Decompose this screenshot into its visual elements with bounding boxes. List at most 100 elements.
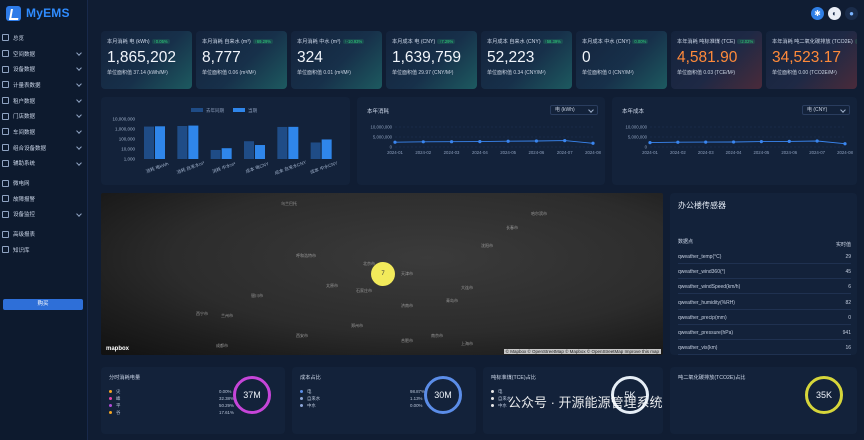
bar-category-label: 消耗 自来水m³	[176, 159, 206, 176]
sidebar-item[interactable]: 故障报警	[0, 191, 87, 207]
sensor-row[interactable]: qweather_humidity(%RH) 82	[678, 296, 851, 310]
sensor-point-name: qweather_temp(°C)	[678, 254, 722, 260]
sidebar-item-label: 知识库	[13, 247, 30, 254]
sensor-row[interactable]: qweather_wind360(°) 45	[678, 265, 851, 280]
line-point	[704, 140, 708, 144]
map-city-label: 兰州市	[221, 313, 233, 318]
map-city-label: 济南市	[401, 303, 413, 308]
bar-last-year	[310, 142, 321, 159]
legend-value: 17.61%	[219, 410, 234, 415]
line-point	[759, 140, 764, 144]
kpi-title: 本月成本 中水 (CNY) 0.00%	[582, 38, 661, 45]
line-point	[421, 140, 425, 144]
line-point	[478, 140, 482, 144]
kpi-change-badge: 0.00%	[632, 39, 649, 44]
kpi-title: 本月消耗 电 (kWh) ↑0.05%	[107, 38, 186, 45]
brand-title: MyEMS	[26, 6, 70, 20]
sidebar-item[interactable]: 设备监控	[0, 207, 87, 223]
legend-name: 中水	[498, 403, 507, 408]
sidebar-item[interactable]: 车间数据	[0, 124, 87, 140]
map-city-label: 哈尔滨市	[531, 211, 547, 216]
map-city-label: 乌兰巴托	[281, 201, 297, 206]
sidebar-item[interactable]: 设备数据	[0, 61, 87, 77]
legend-value: 50.29%	[219, 403, 234, 408]
kpi-title: 本月消耗 自来水 (m³) ↑69.29%	[202, 38, 281, 45]
sidebar-item[interactable]: 空间数据	[0, 46, 87, 62]
line-ytick-label: 10,000,000	[370, 125, 392, 130]
bar-current	[188, 125, 199, 159]
bar-current	[321, 139, 332, 159]
sidebar-item-icon	[2, 34, 9, 42]
sidebar-item[interactable]: 租户数据	[0, 93, 87, 109]
kpi-title-text: 本月成本 中水 (CNY)	[582, 39, 631, 45]
kpi-title: 本月成本 电 (CNY) ↑7.29%	[392, 38, 471, 45]
line-xtick-label: 2024-05	[754, 150, 770, 155]
bar-last-year	[144, 126, 154, 159]
legend-dot-icon	[300, 397, 303, 400]
kpi-title-text: 本月消耗 自来水 (m³)	[202, 39, 251, 45]
chevron-down-icon	[76, 159, 82, 166]
kpi-title-text: 本年消耗 吨二氧化碳排放 (TCO2E)	[772, 39, 853, 45]
bar-last-year	[210, 149, 221, 159]
sidebar-item[interactable]: 组合设备数据	[0, 140, 87, 156]
kpi-title: 本年消耗 吨二氧化碳排放 (TCO2E)↑2.02%	[772, 38, 857, 45]
sidebar-item-label: 总览	[13, 35, 25, 42]
kpi-unit-area-value: 单位面积值 0.06 (m³/M²)	[202, 70, 256, 76]
sensor-point-name: qweather_wind360(°)	[678, 269, 726, 276]
sidebar-item[interactable]: 总览	[0, 30, 87, 46]
theme-toggle-icon[interactable]: ◐	[828, 7, 841, 20]
map-city-label: 太原市	[326, 283, 338, 288]
chevron-down-icon	[76, 81, 82, 87]
legend-dot-icon	[491, 390, 494, 393]
bottom-stat-card: 吨二氧化碳排放(TCO2E)占比 35K	[670, 367, 857, 434]
kpi-change-badge: ↑58.39%	[542, 39, 563, 44]
sensor-point-value: 6	[848, 284, 851, 291]
legend-name: 电	[307, 389, 312, 394]
sensor-row[interactable]: qweather_windSpeed(km/h) 6	[678, 280, 851, 295]
sidebar-item[interactable]: 微电网	[0, 175, 87, 191]
kpi-unit-area-value: 单位面积值 0.34 (CNY/M²)	[487, 70, 546, 76]
kpi-value: 324	[297, 49, 323, 66]
chevron-down-icon	[76, 128, 82, 134]
buy-button[interactable]: 购买	[3, 299, 83, 310]
sensor-row[interactable]: qweather_vis(km) 16	[678, 341, 851, 356]
map-attribution[interactable]: © Mapbox © OpenStreetMap © Mapbox © Open…	[503, 349, 661, 354]
sidebar-item[interactable]: 计量表数据	[0, 77, 87, 93]
kpi-title: 本月成本 自来水 (CNY) ↑58.39%	[487, 38, 566, 45]
map-view[interactable]: 7 mapbox © Mapbox © OpenStreetMap © Mapb…	[101, 193, 663, 355]
sidebar-item[interactable]: 门店数据	[0, 108, 87, 124]
brand[interactable]: MyEMS	[0, 0, 87, 26]
line-xtick-label: 2024-01	[642, 150, 658, 155]
sidebar-item[interactable]: 知识库	[0, 242, 87, 258]
kpi-value: 52,223	[487, 49, 535, 66]
line-ytick-label: 5,000,000	[628, 135, 648, 140]
legend-name: 自来水	[307, 396, 321, 401]
map-city-label: 长春市	[506, 225, 518, 230]
legend-item: 平 50.29%	[109, 403, 234, 410]
map-city-label: 南京市	[431, 333, 443, 338]
legend-dot-icon	[109, 411, 112, 414]
map-city-label: 天津市	[401, 271, 413, 276]
sidebar-item-label: 设备数据	[13, 67, 36, 74]
sidebar-item-icon	[2, 230, 9, 238]
kpi-card: 本月成本 中水 (CNY) 0.00% 0 单位面积值 0 (CNY/M²)	[576, 31, 667, 89]
kpi-value: 0	[582, 49, 591, 66]
sidebar-item-label: 计量表数据	[13, 82, 41, 89]
user-avatar-icon[interactable]: ●	[845, 7, 858, 20]
sensor-row[interactable]: qweather_pressure(hPa) 941	[678, 326, 851, 340]
line-xtick-label: 2024-06	[529, 150, 545, 155]
legend-name: 中水	[307, 403, 316, 408]
sensor-row[interactable]: qweather_temp(°C) 29	[678, 250, 851, 264]
settings-gear-icon[interactable]: ✱	[811, 7, 824, 20]
kpi-value: 1,865,202	[107, 49, 176, 66]
line-xtick-label: 2024-01	[387, 150, 403, 155]
chevron-down-icon	[76, 143, 82, 150]
line-ytick-label: 0	[645, 145, 648, 150]
sensor-point-value: 0	[848, 314, 851, 321]
sensor-row[interactable]: qweather_precip(mm) 0	[678, 311, 851, 325]
sidebar-item[interactable]: 高级报表	[0, 226, 87, 242]
kpi-value: 1,639,759	[392, 49, 461, 66]
sidebar-item[interactable]: 辅助系统	[0, 156, 87, 172]
myems-logo-icon	[6, 5, 21, 21]
bar-current	[255, 145, 265, 159]
